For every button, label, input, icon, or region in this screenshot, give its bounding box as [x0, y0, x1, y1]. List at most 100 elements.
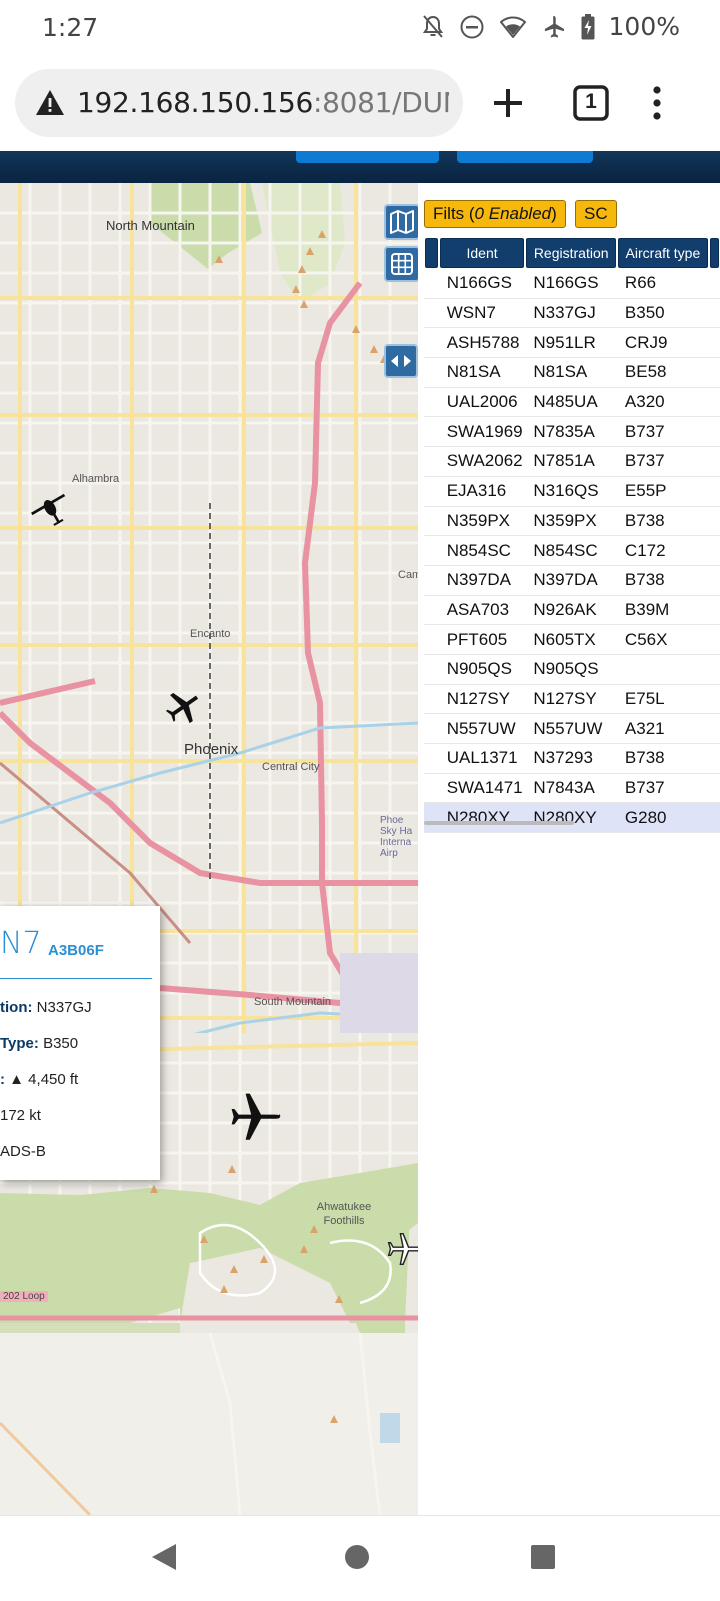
aircraft-marker-twin[interactable] — [164, 688, 202, 726]
address-bar[interactable]: 192.168.150.156:8081/DUMP — [15, 69, 463, 137]
cell-aircraft-type: B737 — [616, 447, 709, 477]
cell-ident: N166GS — [438, 269, 526, 299]
cell-more — [708, 299, 720, 329]
map-label-phoenix: Phoenix — [184, 741, 239, 758]
map-label-central-city: Central City — [262, 761, 320, 773]
column-header-aircraft-type[interactable]: Aircraft type — [616, 237, 709, 269]
cell-aircraft-type: R66 — [616, 269, 709, 299]
column-header-more[interactable] — [708, 237, 720, 269]
cell-select — [424, 388, 439, 418]
popup-source-row: ADS-B — [0, 1143, 46, 1160]
table-row[interactable]: N905QS N905QS — [424, 655, 720, 685]
cell-registration: N280XY — [525, 803, 617, 834]
map-label-sky-harbor: Phoe Sky Ha Interna Airp — [380, 815, 413, 859]
map-label-north-mountain: North Mountain — [106, 218, 195, 233]
cell-ident: ASA703 — [438, 596, 526, 626]
popup-registration-row: tion: N337GJ — [0, 999, 92, 1016]
recents-icon[interactable] — [526, 1540, 560, 1574]
cell-registration: N485UA — [525, 388, 617, 418]
home-icon[interactable] — [340, 1540, 374, 1574]
table-row[interactable]: SWA2062 N7851A B737 — [424, 447, 720, 477]
table-row[interactable]: N166GS N166GS R66 — [424, 269, 720, 299]
popup-type-row: Type: B350 — [0, 1035, 78, 1052]
horizontal-scrollbar[interactable] — [424, 821, 574, 825]
table-row[interactable]: N854SC N854SC C172 — [424, 536, 720, 566]
header-button-1[interactable] — [296, 151, 439, 163]
sc-button[interactable]: SC — [575, 200, 617, 228]
aircraft-marker-outline[interactable] — [386, 1231, 418, 1267]
table-row[interactable]: SWA1969 N7835A B737 — [424, 417, 720, 448]
cell-more — [708, 328, 720, 359]
map-layers-button[interactable] — [384, 204, 418, 240]
table-row[interactable]: N557UW N557UW A321 — [424, 714, 720, 744]
status-time: 1:27 — [42, 13, 99, 42]
cell-more — [708, 269, 720, 299]
table-row[interactable]: UAL1371 N37293 B738 — [424, 744, 720, 774]
cell-aircraft-type: C172 — [616, 536, 709, 566]
cell-select — [424, 714, 439, 744]
cell-registration: N337GJ — [525, 299, 617, 329]
cell-aircraft-type: B39M — [616, 596, 709, 626]
aircraft-info-popup[interactable]: N7 A3B06F tion: N337GJ Type: B350 : ▲ 4,… — [0, 906, 160, 1180]
cell-registration: N127SY — [525, 685, 617, 715]
table-row[interactable]: ASH5788 N951LR CRJ9 — [424, 328, 720, 359]
grid-icon — [391, 253, 413, 275]
overflow-menu-icon[interactable] — [632, 78, 682, 128]
map-icon — [390, 210, 414, 234]
cell-aircraft-type: E75L — [616, 685, 709, 715]
map-view[interactable]: North Mountain Alhambra Encanto Phoenix … — [0, 183, 418, 1515]
cell-aircraft-type: G280 — [616, 803, 709, 834]
popup-divider — [0, 978, 152, 979]
cell-aircraft-type: B737 — [616, 774, 709, 804]
cell-more — [708, 566, 720, 596]
table-row[interactable]: SWA1471 N7843A B737 — [424, 774, 720, 804]
filters-button[interactable]: Filts (0 Enabled) — [424, 200, 566, 228]
table-header-row: Ident Registration Aircraft type — [424, 237, 720, 269]
table-row[interactable]: EJA316 N316QS E55P — [424, 477, 720, 507]
popup-hex-code: A3B06F — [48, 942, 104, 959]
not-secure-warning-icon[interactable] — [35, 89, 65, 116]
cell-registration: N926AK — [525, 596, 617, 626]
cell-aircraft-type: B737 — [616, 417, 709, 448]
table-row[interactable]: N397DA N397DA B738 — [424, 566, 720, 596]
table-row[interactable]: ASA703 N926AK B39M — [424, 596, 720, 626]
column-header-ident[interactable]: Ident — [438, 237, 526, 269]
column-header-registration[interactable]: Registration — [525, 237, 617, 269]
cell-more — [708, 507, 720, 537]
table-row[interactable]: N280XY N280XY G280 — [424, 803, 720, 834]
tab-switcher-button[interactable]: 1 — [566, 78, 616, 128]
new-tab-plus-icon[interactable] — [483, 78, 533, 128]
table-row[interactable]: N127SY N127SY E75L — [424, 685, 720, 715]
table-row[interactable]: N81SA N81SA BE58 — [424, 358, 720, 388]
aircraft-marker-jet[interactable] — [226, 1088, 282, 1144]
aircraft-table-body: N166GS N166GS R66 WSN7 N337GJ B350 ASH5788 N951… — [424, 269, 720, 834]
popup-altitude-label: : — [0, 1071, 5, 1088]
cell-registration: N557UW — [525, 714, 617, 744]
cell-ident: WSN7 — [438, 299, 526, 329]
aircraft-marker-helicopter[interactable] — [28, 485, 70, 527]
header-button-2[interactable] — [457, 151, 593, 163]
table-row[interactable]: WSN7 N337GJ B350 — [424, 299, 720, 329]
cell-more — [708, 803, 720, 834]
cell-registration: N316QS — [525, 477, 617, 507]
cell-ident: SWA1969 — [438, 417, 526, 448]
cell-aircraft-type: A321 — [616, 714, 709, 744]
table-row[interactable]: UAL2006 N485UA A320 — [424, 388, 720, 418]
url-text[interactable]: 192.168.150.156:8081/DUMP — [77, 86, 449, 119]
cell-select — [424, 685, 439, 715]
table-row[interactable]: N359PX N359PX B738 — [424, 507, 720, 537]
filters-label: Filts ( — [433, 204, 475, 223]
toggle-sidebar-button[interactable] — [384, 344, 418, 378]
map-grid-button[interactable] — [384, 246, 418, 282]
back-icon[interactable] — [148, 1540, 182, 1574]
system-navigation-bar — [0, 1515, 720, 1601]
popup-registration-value: N337GJ — [36, 999, 92, 1016]
cell-more — [708, 596, 720, 626]
cell-registration: N854SC — [525, 536, 617, 566]
column-header-select[interactable] — [424, 237, 439, 269]
table-row[interactable]: PFT605 N605TX C56X — [424, 625, 720, 655]
status-icons: 100% — [421, 12, 680, 41]
cell-registration: N7843A — [525, 774, 617, 804]
cell-more — [708, 774, 720, 804]
popup-type-value: B350 — [43, 1035, 79, 1052]
